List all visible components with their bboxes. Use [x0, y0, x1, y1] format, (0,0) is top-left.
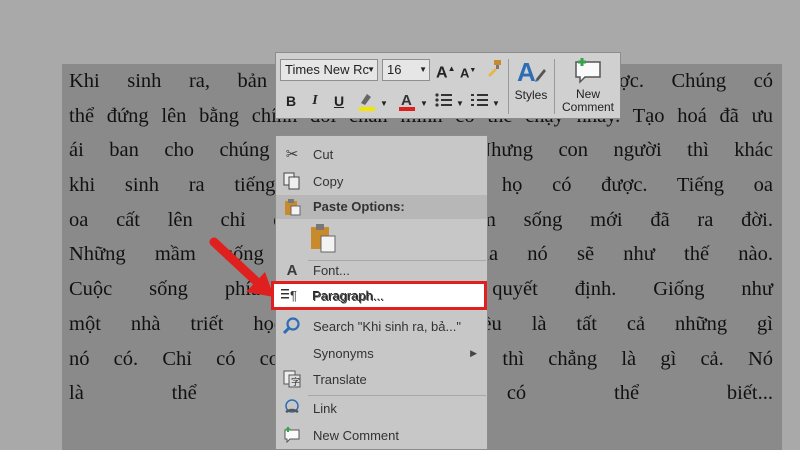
pointer-arrow-icon [209, 237, 274, 297]
menu-item-label: Paragraph... [313, 289, 385, 304]
